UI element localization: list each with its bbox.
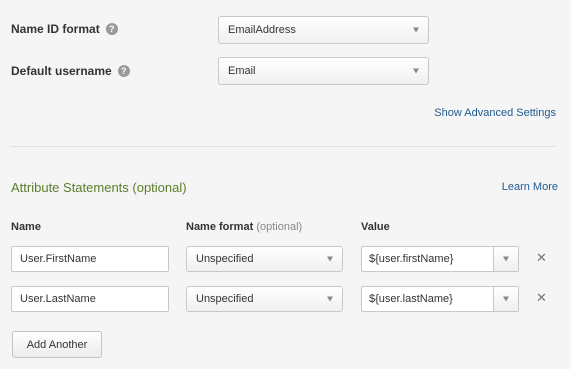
attribute-format-value: Unspecified [196, 293, 254, 305]
column-header-name-format-text: Name format [186, 221, 254, 233]
help-icon[interactable]: ? [117, 65, 130, 77]
chevron-down-icon [503, 256, 509, 262]
column-header-name: Name [11, 221, 41, 233]
attribute-value-text[interactable]: ${user.firstName} [362, 253, 493, 265]
attribute-value-dropdown-button[interactable] [493, 247, 518, 271]
attribute-format-value: Unspecified [196, 253, 254, 265]
attribute-name-input[interactable]: User.FirstName [11, 246, 169, 272]
section-divider [10, 146, 557, 147]
attribute-format-select[interactable]: Unspecified [186, 286, 343, 312]
default-username-label-text: Default username [11, 64, 112, 78]
attribute-value-combobox[interactable]: ${user.firstName} [361, 246, 519, 272]
default-username-select[interactable]: Email [218, 57, 429, 85]
attribute-statements-title: Attribute Statements (optional) [11, 180, 187, 195]
column-header-optional-text: (optional) [256, 221, 303, 233]
close-icon[interactable]: ✕ [536, 291, 547, 304]
learn-more-link[interactable]: Learn More [502, 181, 558, 193]
column-header-value: Value [361, 221, 390, 233]
add-another-button[interactable]: Add Another [12, 331, 102, 358]
attribute-format-select[interactable]: Unspecified [186, 246, 343, 272]
help-icon[interactable]: ? [105, 23, 118, 35]
attribute-name-input[interactable]: User.LastName [11, 286, 169, 312]
attribute-value-text[interactable]: ${user.lastName} [362, 293, 493, 305]
chevron-down-icon [413, 68, 419, 74]
chevron-down-icon [413, 27, 419, 33]
chevron-down-icon [503, 296, 509, 302]
name-id-format-label-text: Name ID format [11, 22, 100, 36]
name-id-format-select[interactable]: EmailAddress [218, 16, 429, 44]
column-header-name-format: Name format (optional) [186, 221, 302, 233]
attribute-value-dropdown-button[interactable] [493, 287, 518, 311]
name-id-format-value: EmailAddress [228, 24, 296, 36]
default-username-value: Email [228, 65, 256, 77]
default-username-label: Default username ? [11, 64, 130, 78]
attribute-value-combobox[interactable]: ${user.lastName} [361, 286, 519, 312]
close-icon[interactable]: ✕ [536, 251, 547, 264]
chevron-down-icon [327, 256, 333, 262]
show-advanced-settings-link[interactable]: Show Advanced Settings [434, 107, 556, 119]
chevron-down-icon [327, 296, 333, 302]
name-id-format-label: Name ID format ? [11, 22, 118, 36]
